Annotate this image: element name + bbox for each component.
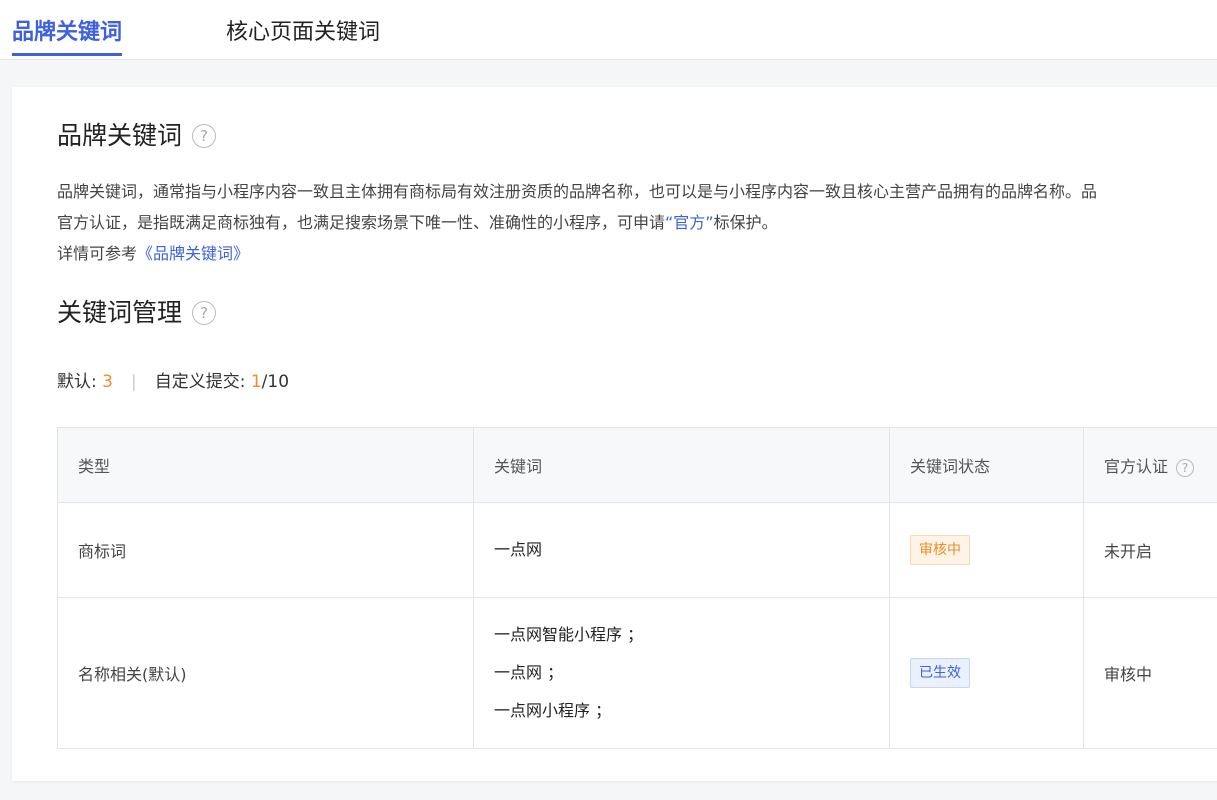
custom-label: 自定义提交: bbox=[154, 372, 251, 392]
tab-brand-keywords[interactable]: 品牌关键词 bbox=[12, 16, 123, 56]
keyword-table: 类型 关键词 关键词状态 官方认证? 商标词 一点网 审核中 未开启 名称相关(… bbox=[57, 427, 1217, 749]
header-type: 类型 bbox=[57, 427, 474, 503]
header-certification-text: 官方认证 bbox=[1104, 457, 1169, 476]
keyword-item: 一点网小程序 ； bbox=[494, 701, 612, 720]
desc-line-2-text: 官方认证，是指既满足商标独有，也满足搜索场景下唯一性、准确性的小程序，可申请 bbox=[57, 213, 666, 232]
default-count: 3 bbox=[102, 372, 113, 392]
cell-status: 已生效 bbox=[889, 597, 1084, 749]
content-card: 品牌关键词? 品牌关键词，通常指与小程序内容一致且主体拥有商标局有效注册资质的品… bbox=[12, 87, 1217, 781]
stats-divider: | bbox=[130, 372, 137, 392]
header-keyword: 关键词 bbox=[473, 427, 890, 503]
cell-certification: 审核中 bbox=[1083, 597, 1217, 749]
brand-keywords-doc-link[interactable]: 《品牌关键词》 bbox=[137, 244, 249, 263]
tab-bar: 品牌关键词 核心页面关键词 bbox=[0, 0, 1217, 60]
desc-line-3-text: 详情可参考 bbox=[57, 244, 138, 263]
status-badge: 已生效 bbox=[910, 658, 970, 688]
table-row: 名称相关(默认) 一点网智能小程序 ； 一点网 ； 一点网小程序 ； 已生效 审… bbox=[57, 597, 1217, 749]
brand-section-title: 品牌关键词? bbox=[57, 121, 217, 151]
cell-status: 审核中 bbox=[889, 502, 1084, 598]
help-icon[interactable]: ? bbox=[192, 124, 217, 148]
manage-section-title: 关键词管理? bbox=[57, 298, 217, 328]
desc-line-3: 详情可参考《品牌关键词》 bbox=[57, 238, 1217, 269]
brand-section-title-text: 品牌关键词 bbox=[57, 121, 183, 150]
manage-section-title-text: 关键词管理 bbox=[57, 298, 183, 327]
cell-type: 商标词 bbox=[57, 502, 474, 598]
custom-used-count: 1 bbox=[250, 372, 262, 392]
keyword-stats: 默认: 3 | 自定义提交: 1/10 bbox=[57, 367, 289, 392]
keyword-item: 一点网 ； bbox=[494, 663, 564, 682]
desc-line-2: 官方认证，是指既满足商标独有，也满足搜索场景下唯一性、准确性的小程序，可申请“官… bbox=[57, 207, 1217, 238]
cell-keywords: 一点网智能小程序 ； 一点网 ； 一点网小程序 ； bbox=[473, 597, 890, 749]
page: 品牌关键词 核心页面关键词 品牌关键词? 品牌关键词，通常指与小程序内容一致且主… bbox=[0, 0, 1217, 800]
default-label: 默认: bbox=[57, 372, 103, 392]
custom-total: /10 bbox=[261, 372, 290, 392]
brand-description: 品牌关键词，通常指与小程序内容一致且主体拥有商标局有效注册资质的品牌名称，也可以… bbox=[57, 176, 1217, 269]
desc-line-1: 品牌关键词，通常指与小程序内容一致且主体拥有商标局有效注册资质的品牌名称，也可以… bbox=[57, 182, 1098, 201]
tab-core-page-keywords[interactable]: 核心页面关键词 bbox=[226, 16, 380, 56]
help-icon[interactable]: ? bbox=[192, 301, 217, 325]
table-header-row: 类型 关键词 关键词状态 官方认证? bbox=[57, 427, 1217, 503]
cell-keywords: 一点网 bbox=[473, 502, 890, 598]
cell-type: 名称相关(默认) bbox=[57, 597, 474, 749]
header-certification: 官方认证? bbox=[1083, 427, 1217, 503]
keyword-item: 一点网智能小程序 ； bbox=[494, 625, 644, 644]
official-link[interactable]: “官方” bbox=[665, 213, 714, 232]
help-icon[interactable]: ? bbox=[1176, 459, 1195, 477]
header-status: 关键词状态 bbox=[889, 427, 1084, 503]
cell-certification: 未开启 bbox=[1083, 502, 1217, 598]
table-row: 商标词 一点网 审核中 未开启 bbox=[57, 502, 1217, 598]
desc-line-2-tail: 标保护。 bbox=[713, 213, 778, 232]
keyword-item: 一点网 bbox=[494, 540, 543, 559]
status-badge: 审核中 bbox=[910, 535, 970, 565]
